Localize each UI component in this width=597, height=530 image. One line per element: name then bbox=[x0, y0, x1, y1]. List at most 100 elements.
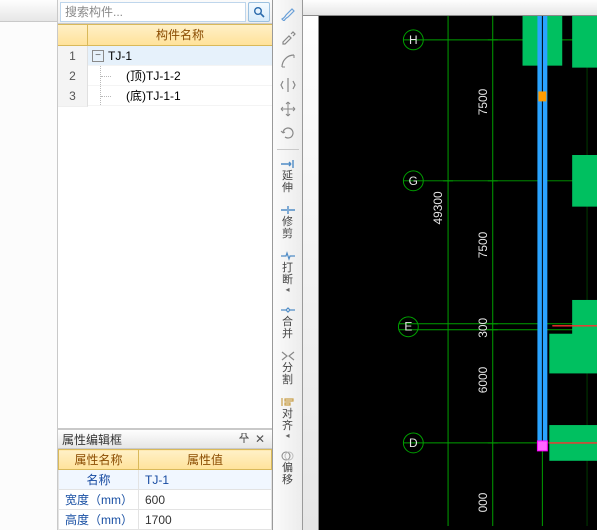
left-gutter bbox=[0, 0, 58, 530]
tool-label: 延 bbox=[282, 170, 293, 182]
extend-tool[interactable]: 延 伸 bbox=[276, 155, 300, 199]
svg-text:7500: 7500 bbox=[476, 88, 490, 115]
brush-icon bbox=[280, 5, 296, 21]
property-row[interactable]: 宽度（mm） 600 bbox=[59, 490, 272, 510]
trim-tool[interactable]: 修 剪 bbox=[276, 201, 300, 245]
property-row[interactable]: 名称 TJ-1 bbox=[59, 470, 272, 490]
tool-label: 并 bbox=[282, 328, 293, 340]
property-header-val: 属性值 bbox=[139, 450, 272, 470]
tool-label: 割 bbox=[282, 374, 293, 386]
property-key: 名称 bbox=[59, 470, 139, 490]
property-row[interactable]: 高度（mm） 1700 bbox=[59, 510, 272, 530]
break-tool[interactable]: 打 断 ◂ bbox=[276, 247, 300, 299]
dim-49300: 49300 bbox=[431, 16, 453, 526]
dropdown-icon: ◂ bbox=[285, 286, 289, 294]
extend-icon bbox=[280, 158, 296, 170]
dropper-icon bbox=[280, 29, 296, 45]
svg-text:E: E bbox=[404, 320, 412, 334]
tool-label: 打 bbox=[282, 262, 293, 274]
property-val[interactable]: 600 bbox=[139, 490, 272, 510]
pin-icon[interactable] bbox=[236, 432, 252, 446]
join-tool[interactable]: 合 并 bbox=[276, 301, 300, 345]
tree-row[interactable]: 1 − TJ-1 bbox=[58, 46, 272, 66]
search-icon bbox=[253, 6, 265, 18]
tree-row[interactable]: 3 (底)TJ-1-1 bbox=[58, 86, 272, 106]
rotate-tool[interactable] bbox=[276, 122, 300, 144]
move-icon bbox=[280, 101, 296, 117]
split-icon bbox=[280, 350, 296, 362]
grid-E: E bbox=[398, 317, 597, 337]
tool-label: 移 bbox=[282, 474, 293, 486]
tree-branch-icon bbox=[100, 86, 120, 105]
svg-text:6000: 6000 bbox=[476, 366, 490, 393]
property-key: 高度（mm） bbox=[59, 510, 139, 530]
row-number: 2 bbox=[58, 66, 88, 87]
split-tool[interactable]: 分 割 bbox=[276, 347, 300, 391]
arc-icon bbox=[280, 53, 296, 69]
tree-row[interactable]: 2 (顶)TJ-1-2 bbox=[58, 66, 272, 86]
property-panel-title-bar: 属性编辑框 ✕ bbox=[58, 429, 272, 449]
property-header-key: 属性名称 bbox=[59, 450, 139, 470]
align-icon bbox=[280, 396, 296, 408]
svg-text:G: G bbox=[409, 174, 418, 188]
search-input[interactable] bbox=[60, 2, 246, 22]
tree-title: 构件名称 bbox=[88, 25, 272, 45]
svg-text:000: 000 bbox=[476, 492, 490, 512]
mirror-tool[interactable] bbox=[276, 74, 300, 96]
tool-label: 偏 bbox=[282, 462, 293, 474]
offset-icon bbox=[280, 450, 296, 462]
svg-text:D: D bbox=[409, 436, 418, 450]
component-panel: 构件名称 1 − TJ-1 2 (顶)TJ-1-2 3 bbox=[58, 0, 273, 530]
tool-label: 伸 bbox=[282, 182, 293, 194]
join-icon bbox=[280, 304, 296, 316]
tree-header: 构件名称 bbox=[58, 24, 272, 46]
gutter-body bbox=[0, 22, 57, 530]
property-val[interactable]: 1700 bbox=[139, 510, 272, 530]
brush-tool[interactable] bbox=[276, 2, 300, 24]
svg-text:H: H bbox=[409, 33, 418, 47]
row-number: 3 bbox=[58, 86, 88, 107]
align-tool[interactable]: 对 齐 ◂ bbox=[276, 393, 300, 445]
gutter-head bbox=[0, 0, 57, 22]
collapse-toggle[interactable]: − bbox=[92, 50, 104, 62]
grid-G: G bbox=[403, 171, 597, 191]
tool-label: 对 bbox=[282, 408, 293, 420]
move-tool[interactable] bbox=[276, 98, 300, 120]
tool-label: 修 bbox=[282, 216, 293, 228]
dropper-tool[interactable] bbox=[276, 26, 300, 48]
tool-label: 剪 bbox=[282, 228, 293, 240]
search-button[interactable] bbox=[248, 2, 270, 22]
arc-tool[interactable] bbox=[276, 50, 300, 72]
property-panel: 属性编辑框 ✕ 属性名称 属性值 名称 TJ-1 宽度（mm） 600 bbox=[58, 429, 272, 530]
property-key: 宽度（mm） bbox=[59, 490, 139, 510]
tree-item-label: (顶)TJ-1-2 bbox=[126, 67, 181, 84]
tree-item-label: (底)TJ-1-1 bbox=[126, 87, 181, 104]
vertical-toolbar: 延 伸 修 剪 打 断 ◂ 合 并 分 割 对 齐 ◂ bbox=[273, 0, 303, 530]
property-table: 属性名称 属性值 名称 TJ-1 宽度（mm） 600 高度（mm） 1700 bbox=[58, 449, 272, 530]
search-bar bbox=[58, 0, 272, 24]
row-number-header bbox=[58, 25, 88, 45]
row-number: 1 bbox=[58, 46, 88, 67]
svg-text:7500: 7500 bbox=[476, 231, 490, 258]
svg-text:300: 300 bbox=[476, 317, 490, 337]
trim-icon bbox=[280, 204, 296, 216]
left-ruler bbox=[303, 16, 319, 530]
close-icon[interactable]: ✕ bbox=[252, 432, 268, 446]
top-ruler bbox=[303, 0, 597, 16]
rotate-icon bbox=[280, 125, 296, 141]
component-tree[interactable]: 1 − TJ-1 2 (顶)TJ-1-2 3 (底)TJ-1-1 bbox=[58, 46, 272, 429]
break-icon bbox=[280, 250, 296, 262]
property-val[interactable]: TJ-1 bbox=[139, 470, 272, 490]
separator bbox=[277, 149, 299, 150]
cad-drawing: H G E D bbox=[319, 16, 597, 526]
tool-label: 分 bbox=[282, 362, 293, 374]
cad-canvas[interactable]: H G E D bbox=[303, 0, 597, 530]
tool-label: 合 bbox=[282, 316, 293, 328]
property-header-row: 属性名称 属性值 bbox=[59, 450, 272, 470]
svg-text:49300: 49300 bbox=[431, 191, 445, 224]
tree-branch-icon bbox=[100, 66, 120, 85]
offset-tool[interactable]: 偏 移 bbox=[276, 447, 300, 491]
mirror-icon bbox=[280, 77, 296, 93]
grid-H: H bbox=[403, 30, 597, 50]
tree-item-label: TJ-1 bbox=[108, 49, 132, 63]
